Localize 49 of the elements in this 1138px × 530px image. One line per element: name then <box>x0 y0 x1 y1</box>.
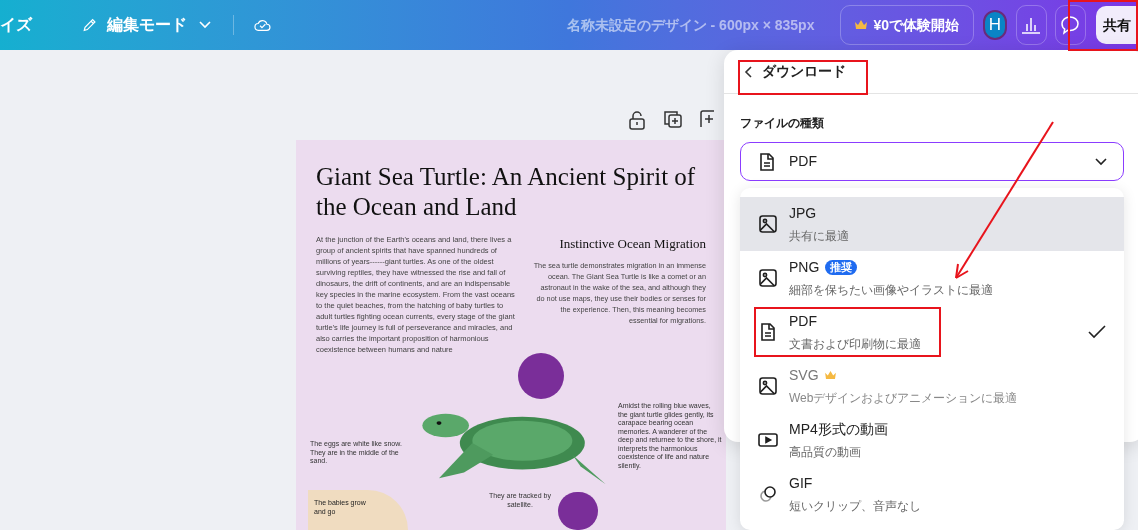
section-heading: Instinctive Ocean Migration <box>558 235 706 253</box>
format-description: 共有に最適 <box>789 228 850 245</box>
format-name: PNG <box>789 258 820 277</box>
comment-button[interactable] <box>1054 5 1086 45</box>
format-option[interactable]: GIF 短いクリップ、音声なし <box>740 467 1124 521</box>
highlight-frame <box>1068 0 1138 51</box>
crown-icon <box>855 20 868 30</box>
gif-icon <box>758 484 778 504</box>
format-name: MP4形式の動画 <box>789 420 888 439</box>
format-option[interactable]: JPG 共有に最適 <box>740 197 1124 251</box>
free-trial-button[interactable]: ¥0で体験開始 <box>840 5 975 45</box>
format-option[interactable]: PNG 推奨 細部を保ちたい画像やイラストに最適 <box>740 251 1124 305</box>
video-icon <box>758 432 778 448</box>
document-title: 名称未設定のデザイン - 600px × 835px <box>566 15 815 35</box>
image-icon <box>758 268 778 288</box>
photo-placeholder <box>518 353 564 399</box>
speech-bubble-icon <box>1060 15 1081 35</box>
user-avatar[interactable]: H <box>983 10 1007 40</box>
format-description: 高品質の動画 <box>789 444 862 461</box>
format-name: PDF <box>789 312 817 331</box>
format-description: 細部を保ちたい画像やイラストに最適 <box>789 282 994 299</box>
add-page-icon[interactable] <box>700 110 714 128</box>
share-button[interactable]: 共有 <box>1095 6 1138 44</box>
format-name: SVG <box>789 366 819 385</box>
format-name: GIF <box>789 474 813 493</box>
document-icon <box>758 322 778 342</box>
format-option[interactable]: SVG Webデザインおよびアニメーションに最適 <box>740 359 1124 413</box>
duplicate-icon[interactable] <box>664 110 682 128</box>
poster-title: Giant Sea Turtle: An Ancient Spirit of the Ocean and Land <box>316 162 697 222</box>
format-option[interactable]: PDF 文書および印刷物に最適 <box>740 305 1124 359</box>
lock-icon[interactable] <box>628 110 646 130</box>
image-icon <box>758 214 778 234</box>
format-name: JPG <box>789 204 817 223</box>
document-icon <box>757 151 777 172</box>
back-icon[interactable] <box>744 65 752 78</box>
chevron-down-icon <box>199 21 212 29</box>
format-description: 短いクリップ、音声なし <box>789 498 922 515</box>
recommended-badge: 推奨 <box>825 260 858 275</box>
bar-chart-icon <box>1021 16 1042 34</box>
panel-title: ダウンロード <box>762 62 846 81</box>
photo-placeholder <box>558 492 598 530</box>
image-icon <box>758 376 778 396</box>
format-description: 文書および印刷物に最適 <box>789 336 922 353</box>
format-description: Webデザインおよびアニメーションに最適 <box>789 390 1019 407</box>
format-option[interactable]: MP4形式の動画 高品質の動画 <box>740 413 1124 467</box>
file-type-dropdown[interactable]: PDF <box>740 142 1124 181</box>
chevron-down-icon <box>1095 157 1107 166</box>
field-label: ファイルの種類 <box>740 115 825 132</box>
analytics-button[interactable] <box>1015 5 1047 45</box>
